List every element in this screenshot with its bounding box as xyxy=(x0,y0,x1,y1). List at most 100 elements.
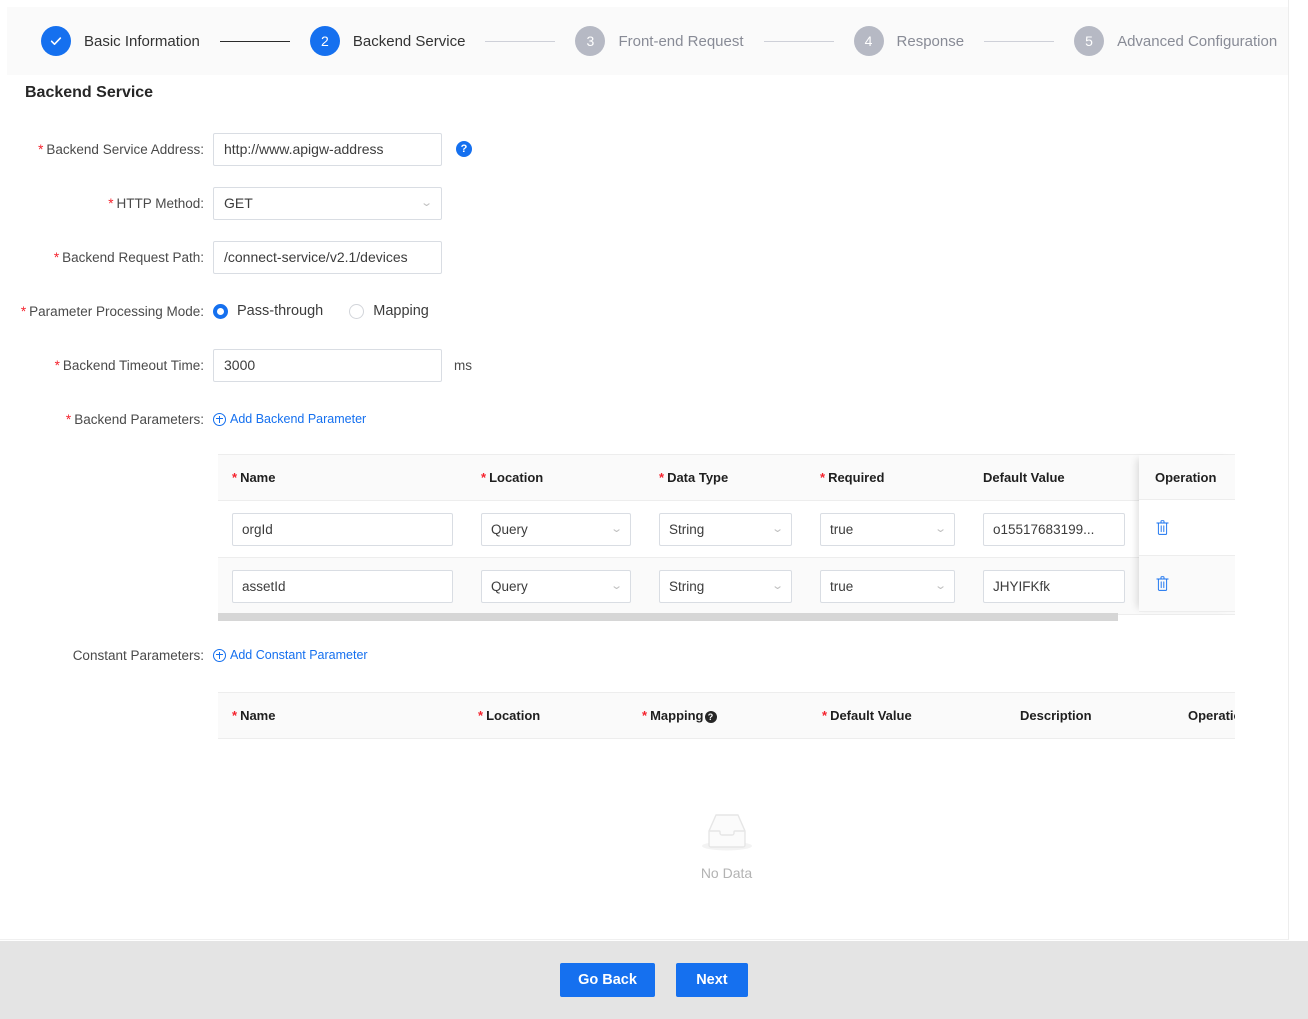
form-row-http-method: * HTTP Method: GET ⌄ xyxy=(0,176,1288,230)
row-0-data-type-select[interactable]: String ⌄ xyxy=(659,512,792,546)
cell-name: assetId xyxy=(218,557,467,615)
form-row-constant-parameters: Constant Parameters: Add Constant Parame… xyxy=(0,628,1288,682)
plus-circle-icon xyxy=(213,412,226,426)
step-basic-information[interactable]: Basic Information xyxy=(41,26,200,56)
radio-mapping-label: Mapping xyxy=(373,303,429,319)
row-1-data-type-select[interactable]: String ⌄ xyxy=(659,569,792,603)
row-1-operation-cell xyxy=(1139,556,1235,612)
trash-icon[interactable] xyxy=(1155,575,1170,592)
constant-parameters-table: * Name * Location * Mapping? * Default Value… xyxy=(218,692,1235,939)
radio-mapping-dot xyxy=(349,303,365,319)
add-constant-parameter-button[interactable]: Add Constant Parameter xyxy=(213,648,368,662)
add-constant-parameter-label: Add Constant Parameter xyxy=(230,648,368,662)
row-1-location-select[interactable]: Query ⌄ xyxy=(481,569,631,603)
service-address-input[interactable]: http://www.apigw-address xyxy=(213,132,442,166)
chevron-down-icon: ⌄ xyxy=(933,522,947,535)
required-marker: * xyxy=(53,249,60,265)
step-4-label: Response xyxy=(896,32,965,50)
question-mark-icon[interactable]: ? xyxy=(456,141,472,157)
row-0-name-input[interactable]: orgId xyxy=(232,512,453,546)
page-title: Backend Service xyxy=(25,84,154,101)
cell-required: true ⌄ xyxy=(806,557,969,615)
backend-table-horizontal-scrollbar[interactable] xyxy=(218,613,1118,621)
col-location: * Location xyxy=(464,693,628,739)
step-5-circle: 5 xyxy=(1074,26,1105,56)
operation-fixed-column: Operation xyxy=(1139,455,1235,612)
step-connector-3 xyxy=(763,40,834,42)
add-backend-parameter-button[interactable]: Add Backend Parameter xyxy=(213,412,366,426)
table-row: assetId Query ⌄ String ⌄ true ⌄ JHYIFKfk xyxy=(218,557,1235,615)
go-back-button[interactable]: Go Back xyxy=(560,963,655,997)
required-marker: * xyxy=(65,411,72,427)
step-3-circle: 3 xyxy=(575,26,606,56)
request-path-label: * Backend Request Path: xyxy=(53,249,204,265)
parameter-processing-mode-radios: Pass-through Mapping xyxy=(213,303,455,319)
step-advanced-configuration[interactable]: 5 Advanced Configuration xyxy=(1074,26,1277,56)
step-2-label: Backend Service xyxy=(352,32,466,50)
empty-inbox-icon xyxy=(701,814,752,851)
http-method-label: * HTTP Method: xyxy=(108,195,204,211)
step-3-label: Front-end Request xyxy=(618,32,744,50)
table-header-row: * Name * Location * Mapping? * Default Value… xyxy=(218,693,1235,739)
required-marker: * xyxy=(54,357,60,373)
col-location: * Location xyxy=(467,455,645,501)
constant-parameters-empty-state: No Data xyxy=(218,739,1235,939)
step-1-label: Basic Information xyxy=(84,32,200,50)
col-data-type: * Data Type xyxy=(645,455,806,501)
backend-service-form: * Backend Service Address: http://www.api… xyxy=(0,122,1288,446)
row-0-location-select[interactable]: Query ⌄ xyxy=(481,512,631,546)
col-name: * Name xyxy=(218,455,467,501)
timeout-unit: ms xyxy=(454,357,472,373)
step-connector-1 xyxy=(219,40,290,42)
check-icon xyxy=(50,37,62,45)
step-front-end-request[interactable]: 3 Front-end Request xyxy=(575,26,744,56)
row-1-name-input[interactable]: assetId xyxy=(232,569,453,603)
required-marker: * xyxy=(108,195,114,211)
cell-location: Query ⌄ xyxy=(467,500,645,558)
chevron-down-icon: ⌄ xyxy=(609,522,623,535)
step-connector-2 xyxy=(485,40,556,42)
chevron-down-icon: ⌄ xyxy=(770,579,784,592)
timeout-label: * Backend Timeout Time: xyxy=(54,357,204,373)
plus-circle-icon xyxy=(213,648,226,662)
step-5-label: Advanced Configuration xyxy=(1117,32,1278,50)
service-address-label: * Backend Service Address: xyxy=(38,141,204,157)
question-mark-icon[interactable]: ? xyxy=(704,710,717,723)
col-operation: Operation xyxy=(1174,693,1235,739)
row-1-default-value-input[interactable]: JHYIFKfk xyxy=(983,569,1125,603)
form-row-service-address: * Backend Service Address: http://www.api… xyxy=(0,122,1288,176)
next-button[interactable]: Next xyxy=(675,963,748,997)
constant-parameters-label: Constant Parameters: xyxy=(72,647,204,663)
cell-default-value: JHYIFKfk xyxy=(969,557,1139,615)
http-method-value: GET xyxy=(224,195,253,211)
col-description: Description xyxy=(1006,693,1174,739)
parameter-processing-mode-label: * Parameter Processing Mode: xyxy=(20,303,204,319)
required-marker: * xyxy=(38,141,44,157)
request-path-input[interactable]: /connect-service/v2.1/devices xyxy=(213,240,442,274)
backend-parameters-grid: * Name * Location * Data Type * Required Def… xyxy=(218,455,1235,615)
table-header-row: * Name * Location * Data Type * Required Def… xyxy=(218,455,1235,501)
step-2-circle: 2 xyxy=(309,26,340,56)
trash-icon[interactable] xyxy=(1155,519,1170,536)
cell-data-type: String ⌄ xyxy=(645,557,806,615)
timeout-input[interactable]: 3000 xyxy=(213,348,442,382)
step-response[interactable]: 4 Response xyxy=(853,26,965,56)
http-method-select[interactable]: GET ⌄ xyxy=(213,186,442,220)
cell-data-type: String ⌄ xyxy=(645,500,806,558)
form-row-request-path: * Backend Request Path: /connect-service/… xyxy=(0,230,1288,284)
table-row: orgId Query ⌄ String ⌄ true ⌄ o155176831… xyxy=(218,500,1235,558)
cell-default-value: o15517683199... xyxy=(969,500,1139,558)
radio-mapping[interactable]: Mapping xyxy=(349,303,429,319)
cell-name: orgId xyxy=(218,500,467,558)
empty-state-text: No Data xyxy=(700,865,753,881)
row-0-operation-cell xyxy=(1139,500,1235,556)
cell-required: true ⌄ xyxy=(806,500,969,558)
row-1-required-select[interactable]: true ⌄ xyxy=(820,569,955,603)
radio-pass-through[interactable]: Pass-through xyxy=(213,303,323,319)
col-operation: Operation xyxy=(1139,455,1235,500)
row-0-default-value-input[interactable]: o15517683199... xyxy=(983,512,1125,546)
step-4-circle: 4 xyxy=(853,26,884,56)
row-0-required-select[interactable]: true ⌄ xyxy=(820,512,955,546)
step-backend-service[interactable]: 2 Backend Service xyxy=(309,26,466,56)
step-1-circle xyxy=(41,26,71,56)
